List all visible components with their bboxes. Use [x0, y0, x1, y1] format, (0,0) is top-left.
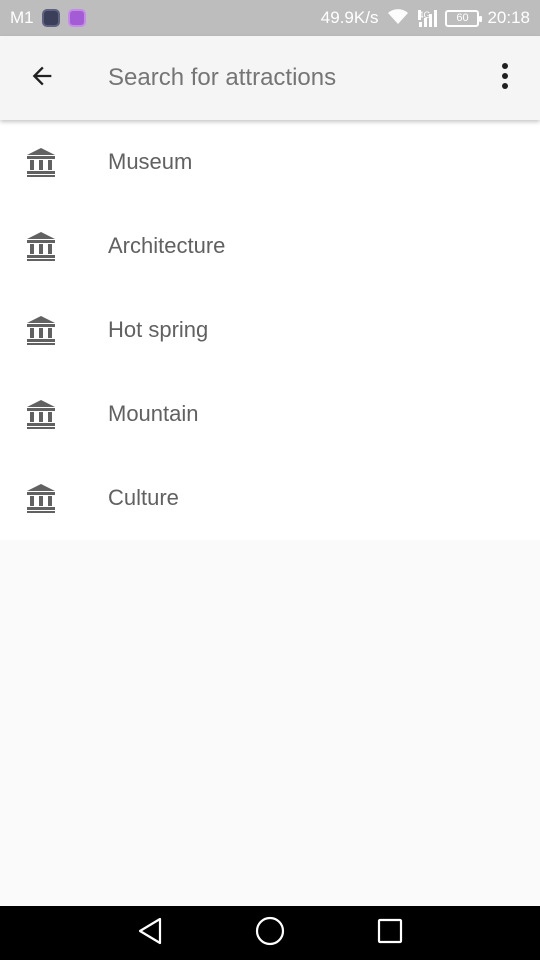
back-button[interactable] — [0, 36, 84, 120]
museum-icon — [0, 315, 84, 345]
status-left: M1 — [10, 8, 86, 28]
system-nav-bar — [0, 906, 540, 960]
museum-icon — [0, 231, 84, 261]
list-item-mountain[interactable]: Mountain — [0, 372, 540, 456]
notification-app-icon — [41, 9, 60, 27]
list-item-label: Architecture — [108, 233, 226, 258]
museum-icon — [0, 483, 84, 513]
search-app-bar — [0, 36, 540, 120]
search-input[interactable] — [108, 54, 470, 102]
triangle-back-icon — [136, 916, 164, 951]
list-item-label: Culture — [108, 485, 179, 510]
square-recents-icon — [376, 917, 404, 950]
wifi-icon — [386, 7, 410, 30]
list-item-culture[interactable]: Culture — [0, 456, 540, 540]
carrier-label: M1 — [10, 8, 34, 27]
list-item-architecture[interactable]: Architecture — [0, 204, 540, 288]
cell-signal-icon: 4G — [418, 9, 438, 27]
more-vert-icon — [501, 62, 509, 95]
nav-home-button[interactable] — [250, 913, 290, 953]
list-item-hot-spring[interactable]: Hot spring — [0, 288, 540, 372]
net-speed: 49.9K/s — [320, 8, 379, 27]
arrow-back-icon — [28, 62, 56, 95]
list-item-label: Museum — [108, 149, 193, 174]
battery-level: 60 — [456, 12, 469, 24]
status-right: 49.9K/s 4G 60 20:18 — [321, 7, 530, 30]
gallery-notification-icon — [67, 9, 86, 27]
network-type: 4G — [418, 10, 431, 20]
list-item-museum[interactable]: Museum — [0, 120, 540, 204]
nav-back-button[interactable] — [130, 913, 170, 953]
status-bar: M1 49.9K/s 4G 60 20:18 — [0, 0, 540, 36]
clock: 20:18 — [487, 8, 530, 27]
museum-icon — [0, 147, 84, 177]
list-item-label: Hot spring — [108, 317, 209, 342]
overflow-menu-button[interactable] — [470, 36, 540, 120]
nav-recents-button[interactable] — [370, 913, 410, 953]
category-list: Museum Architecture Hot spring Mountain … — [0, 120, 540, 540]
battery-icon: 60 — [445, 9, 483, 27]
museum-icon — [0, 399, 84, 429]
circle-home-icon — [254, 915, 286, 952]
list-item-label: Mountain — [108, 401, 199, 426]
